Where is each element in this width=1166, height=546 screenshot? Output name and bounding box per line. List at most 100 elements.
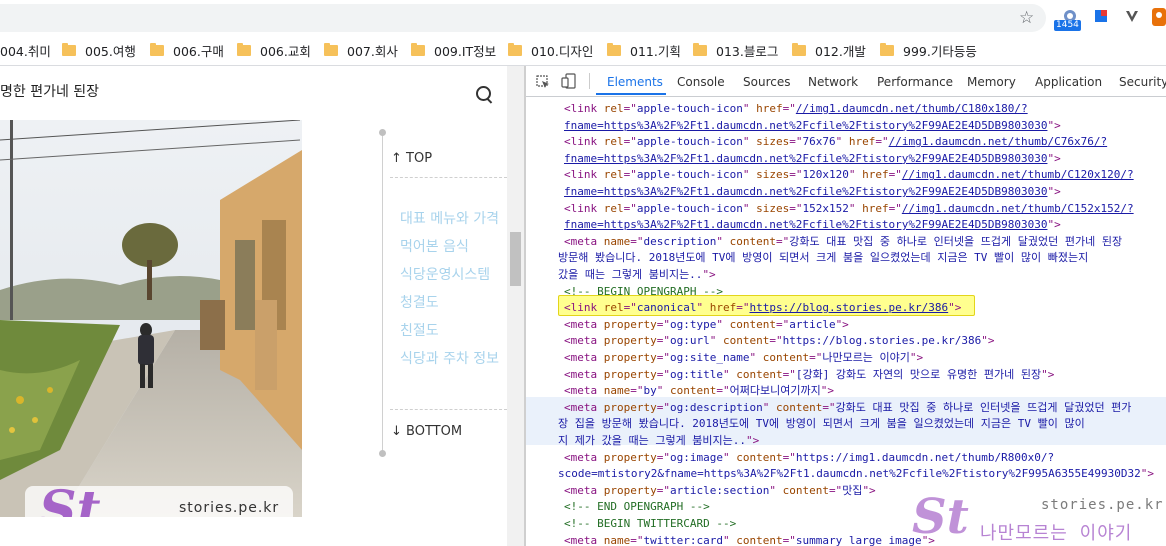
code-line[interactable]: <meta property="og:image" content="https… — [564, 450, 1054, 466]
profile-avatar[interactable] — [1152, 8, 1166, 28]
tab-security[interactable]: Security — [1119, 75, 1166, 89]
code-token: og:title — [669, 367, 723, 381]
code-line[interactable]: <meta property="article:section" content… — [564, 483, 876, 499]
toc-item[interactable]: 식당과 주차 정보 — [400, 348, 507, 368]
code-line[interactable]: <link rel="apple-touch-icon" sizes="152x… — [564, 201, 1134, 217]
tab-application[interactable]: Application — [1035, 75, 1102, 89]
code-line[interactable]: <meta name="twitter:card" content="summa… — [564, 533, 935, 546]
code-token: href — [756, 102, 783, 115]
code-token: <meta — [564, 450, 604, 464]
code-token: <!-- BEGIN OPENGRAPH --> — [564, 284, 723, 298]
code-token: <link — [564, 135, 604, 149]
bookmark-folder[interactable]: 004.취미 — [0, 41, 51, 59]
code-link[interactable]: fname=https%3A%2F%2Ft1.daumcdn.net%2Fcfi… — [564, 218, 1047, 231]
code-line[interactable]: fname=https%3A%2F%2Ft1.daumcdn.net%2Fcfi… — [564, 118, 1061, 134]
code-line[interactable]: <!-- BEGIN TWITTERCARD --> — [564, 516, 736, 532]
tab-console[interactable]: Console — [677, 75, 725, 89]
code-link[interactable]: //img1.daumcdn.net/thumb/C180x180/? — [796, 102, 1028, 115]
code-line[interactable]: <link rel="apple-touch-icon" sizes="76x7… — [564, 134, 1107, 150]
page-scrollbar[interactable] — [507, 66, 524, 546]
bookmark-folder[interactable]: 012.개발 — [792, 41, 866, 59]
code-token: "> — [981, 334, 995, 348]
bookmark-folder[interactable]: 010.디자인 — [508, 41, 593, 59]
code-line[interactable]: <meta name="description" content="강화도 대표… — [564, 234, 1122, 250]
code-line[interactable]: <meta property="og:title" content="[강화] … — [564, 367, 1054, 383]
tab-sources[interactable]: Sources — [743, 75, 790, 89]
tab-elements[interactable]: Elements — [607, 75, 663, 89]
toc-item[interactable]: 친절도 — [400, 320, 507, 340]
tab-performance[interactable]: Performance — [877, 75, 953, 89]
code-line[interactable]: <meta property="og:type" content="articl… — [564, 317, 849, 333]
code-token: 나만모르는 이야기 — [822, 351, 910, 364]
extension-square-icon[interactable] — [1093, 8, 1113, 28]
code-line[interactable]: <link rel="apple-touch-icon" sizes="120x… — [564, 167, 1134, 183]
code-line[interactable]: scode=mtistory2&fname=https%3A%2F%2Ft1.d… — [558, 466, 1154, 482]
code-token: "> — [702, 268, 716, 281]
bookmark-folder[interactable]: 011.기획 — [607, 41, 681, 59]
bookmark-folder[interactable]: 009.IT정보 — [411, 41, 496, 59]
code-line[interactable]: <!-- END OPENGRAPH --> — [564, 499, 710, 515]
page-scrollbar-thumb[interactable] — [510, 232, 521, 286]
code-line[interactable]: <link rel="canonical" href="https://blog… — [564, 300, 961, 316]
toc-top-link[interactable]: ↑ TOP — [391, 151, 432, 166]
bookmark-label: 006.교회 — [260, 43, 311, 59]
code-token: "> — [835, 317, 849, 331]
code-line[interactable]: 방문해 봤습니다. 2018년도에 TV에 방영이 되면서 크게 붐을 일으켰었… — [558, 250, 1088, 266]
elements-tree[interactable]: St stories.pe.kr 나만모르는 이야기 <link rel="ap… — [526, 97, 1166, 546]
code-token: article — [789, 317, 836, 331]
code-line[interactable]: 갔을 때는 그렇게 붐비지는.."> — [558, 267, 716, 283]
code-link[interactable]: //img1.daumcdn.net/thumb/C120x120/? — [902, 168, 1134, 181]
address-bar[interactable] — [0, 4, 1046, 32]
bookmark-folder[interactable]: 013.블로그 — [693, 41, 778, 59]
search-icon[interactable] — [476, 86, 491, 101]
blog-post-title[interactable]: 명한 편가네 된장 — [0, 81, 99, 101]
code-line[interactable]: fname=https%3A%2F%2Ft1.daumcdn.net%2Fcfi… — [564, 151, 1061, 167]
folder-icon — [62, 42, 76, 56]
code-line[interactable]: fname=https%3A%2F%2Ft1.daumcdn.net%2Fcfi… — [564, 184, 1061, 200]
bookmark-star-icon[interactable]: ☆ — [1019, 8, 1034, 28]
extension-v-icon[interactable] — [1124, 8, 1144, 28]
bookmark-folder[interactable]: 006.구매 — [150, 41, 224, 59]
inspect-element-icon[interactable] — [536, 74, 550, 93]
code-line[interactable]: <meta property="og:description" content=… — [564, 400, 1131, 416]
code-line[interactable]: <meta property="og:url" content="https:/… — [564, 333, 995, 349]
code-token: =" — [623, 102, 637, 115]
toc-dot — [379, 450, 386, 457]
bookmark-folder[interactable]: 006.교회 — [237, 41, 311, 59]
code-link[interactable]: fname=https%3A%2F%2Ft1.daumcdn.net%2Fcfi… — [564, 152, 1047, 165]
code-token: <meta — [564, 367, 604, 381]
code-line[interactable]: 장 집을 방문해 봤습니다. 2018년도에 TV에 방영이 되면서 크게 붐을… — [558, 416, 1085, 432]
code-link[interactable]: //img1.daumcdn.net/thumb/C152x152/? — [902, 202, 1134, 215]
tab-network[interactable]: Network — [808, 75, 858, 89]
toc-item[interactable]: 청결도 — [400, 292, 507, 312]
code-line[interactable]: <meta name="by" content="어쩌다보니여기까지"> — [564, 383, 834, 399]
blog-page: 명한 편가네 된장 St stories.pe.kr ↑ TOP 대표 메뉴와 … — [0, 66, 524, 546]
code-link[interactable]: fname=https%3A%2F%2Ft1.daumcdn.net%2Fcfi… — [564, 119, 1047, 132]
code-token: <link — [564, 102, 604, 115]
code-line[interactable]: <!-- BEGIN OPENGRAPH --> — [564, 284, 723, 300]
code-link[interactable]: //img1.daumcdn.net/thumb/C76x76/? — [889, 135, 1108, 148]
code-token: " — [769, 483, 783, 497]
code-line[interactable]: 지 제가 갔을 때는 그렇게 붐비지는.."> — [558, 433, 759, 449]
code-token: =" — [782, 102, 796, 115]
toc-item[interactable]: 먹어본 음식 — [400, 236, 507, 256]
tab-memory[interactable]: Memory — [967, 75, 1016, 89]
code-link[interactable]: https://blog.stories.pe.kr/386 — [749, 301, 948, 314]
code-link[interactable]: fname=https%3A%2F%2Ft1.daumcdn.net%2Fcfi… — [564, 185, 1047, 198]
device-toolbar-icon[interactable] — [561, 73, 577, 93]
code-token: " — [722, 367, 737, 381]
toc-bottom-link[interactable]: ↓ BOTTOM — [391, 424, 462, 439]
toc-item[interactable]: 식당운영시스템 — [400, 264, 507, 284]
code-token: =" — [630, 533, 644, 546]
toc-item[interactable]: 대표 메뉴와 가격 — [400, 208, 507, 228]
bookmark-folder[interactable]: 007.회사 — [324, 41, 398, 59]
folder-icon — [237, 42, 251, 56]
bookmark-folder[interactable]: 005.여행 — [62, 41, 136, 59]
code-token: <!-- END OPENGRAPH --> — [564, 500, 710, 514]
bookmark-folder[interactable]: 999.기타등등 — [880, 41, 977, 59]
code-token: property — [603, 351, 657, 364]
code-line[interactable]: fname=https%3A%2F%2Ft1.daumcdn.net%2Fcfi… — [564, 217, 1061, 233]
code-line[interactable]: <meta property="og:site_name" content="나… — [564, 350, 923, 366]
code-line[interactable]: <link rel="apple-touch-icon" href="//img… — [564, 101, 1028, 117]
code-token: <meta — [564, 317, 604, 331]
